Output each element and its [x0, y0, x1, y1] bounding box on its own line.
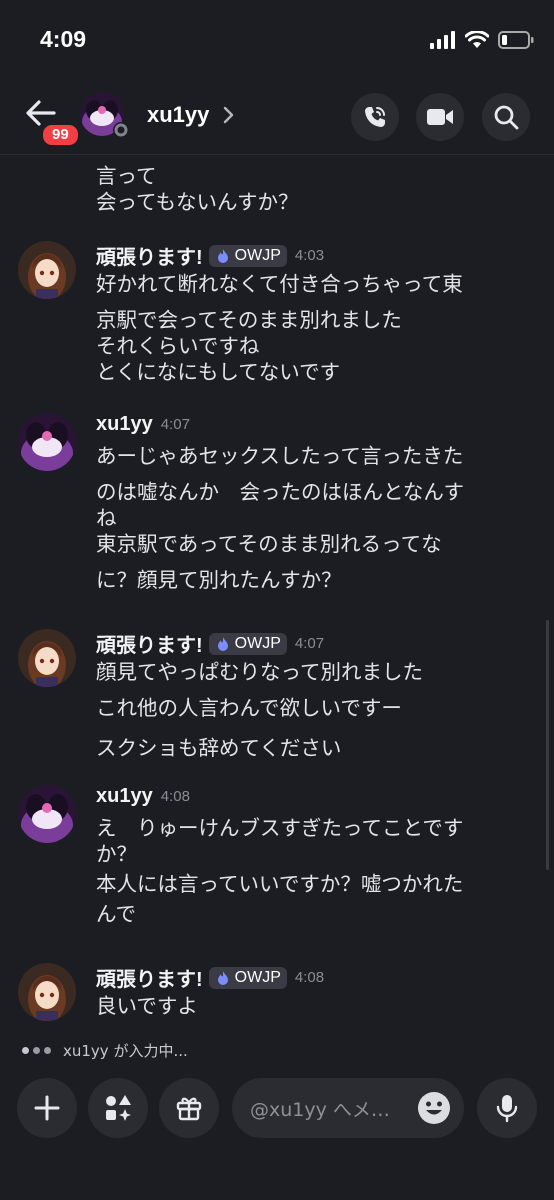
- status-icons: [430, 31, 534, 49]
- flame-icon: [217, 970, 228, 985]
- message-line: 良いですよ: [96, 994, 198, 1018]
- message-line: とくになにもしてないです: [96, 360, 341, 384]
- typing-dot: [33, 1047, 40, 1054]
- guild-tag-label: OWJP: [234, 968, 281, 986]
- guild-tag[interactable]: OWJP: [208, 244, 287, 267]
- message-line: んで: [96, 902, 136, 926]
- typing-indicator: xu1yy が入力中...: [22, 1040, 188, 1061]
- guild-tag[interactable]: OWJP: [208, 632, 287, 655]
- video-camera-icon: [427, 109, 453, 125]
- message-header: 頑張ります! OWJP 4:08: [96, 963, 324, 992]
- message-line: 本人には言っていいですか？嘘つかれた: [96, 872, 464, 896]
- message-line: 東京駅であってそのまま別れるってな: [96, 532, 442, 556]
- message-line: それくらいですね: [96, 334, 260, 358]
- flame-icon: [217, 248, 228, 263]
- timestamp: 4:07: [294, 635, 325, 652]
- author-name[interactable]: 頑張ります!: [96, 241, 203, 270]
- typing-dot: [22, 1047, 29, 1054]
- search-button[interactable]: [482, 93, 530, 141]
- message-input-placeholder: @xu1yy へメ…: [250, 1099, 390, 1121]
- guild-tag-label: OWJP: [234, 246, 281, 264]
- message-body: 言って 会ってもないんすか？: [96, 163, 299, 215]
- typing-text: xu1yy が入力中...: [63, 1042, 188, 1060]
- avatar[interactable]: [18, 963, 76, 1021]
- message-line: 好かれて断れなくて付き合っちゃって東: [96, 272, 463, 296]
- message-list[interactable]: 言って 会ってもないんすか？ 頑張ります! OWJP 4:03 好かれて断れなく…: [0, 155, 554, 1040]
- avatar[interactable]: [18, 629, 76, 687]
- message-header: xu1yy 4:08: [96, 785, 190, 808]
- message-line: あーじゃあセックスしたって言ったきた: [96, 444, 464, 468]
- message-body: え りゅーけんブスすぎたってことです か？ 本人には言っていいですか？嘘つかれた…: [96, 815, 463, 927]
- message-line: 京駅で会ってそのまま別れました: [96, 308, 402, 332]
- avatar[interactable]: [18, 413, 76, 471]
- header-avatar[interactable]: [80, 92, 130, 142]
- message-body: あーじゃあセックスしたって言ったきた のは嘘なんか 会ったのはほんとなんす ね …: [96, 443, 464, 593]
- scrollbar[interactable]: [546, 620, 549, 870]
- apps-icon: [106, 1095, 131, 1121]
- guild-tag[interactable]: OWJP: [208, 966, 287, 989]
- chat-header: 99 xu1yy: [0, 82, 554, 155]
- message-body: 顔見てやっぱむりなって別れました これ他の人言わんで欲しいですー スクショも辞め…: [96, 659, 423, 761]
- gift-icon: [176, 1097, 202, 1121]
- composer-bar: @xu1yy へメ…: [0, 1066, 554, 1200]
- unread-badge: 99: [40, 122, 81, 148]
- message-header: xu1yy 4:07: [96, 413, 190, 436]
- timestamp: 4:08: [294, 969, 325, 986]
- emoji-icon: [418, 1092, 450, 1124]
- typing-dot: [44, 1047, 51, 1054]
- battery-icon: [498, 31, 534, 49]
- status-time: 4:09: [40, 26, 87, 52]
- message-line: 会ってもないんすか？: [96, 190, 299, 214]
- phone-icon: [365, 107, 385, 127]
- message-input[interactable]: @xu1yy へメ…: [232, 1078, 464, 1138]
- emoji-button[interactable]: [416, 1090, 452, 1126]
- chevron-right-icon[interactable]: [222, 106, 234, 128]
- gift-button[interactable]: [159, 1078, 219, 1138]
- header-username[interactable]: xu1yy: [147, 102, 209, 128]
- apps-button[interactable]: [88, 1078, 148, 1138]
- message-line: ね: [96, 506, 117, 530]
- video-call-button[interactable]: [416, 93, 464, 141]
- message-line: か？: [96, 842, 137, 866]
- author-name[interactable]: 頑張ります!: [96, 963, 203, 992]
- message-line: これ他の人言わんで欲しいですー: [96, 696, 402, 720]
- message-body: 好かれて断れなくて付き合っちゃって東 京駅で会ってそのまま別れました それくらい…: [96, 271, 463, 385]
- message-line: え りゅーけんブスすぎたってことです: [96, 816, 464, 840]
- message-line: のは嘘なんか 会ったのはほんとなんす: [96, 480, 464, 504]
- status-bar: 4:09: [0, 0, 554, 80]
- wifi-icon: [465, 31, 489, 48]
- author-name[interactable]: 頑張ります!: [96, 629, 203, 658]
- flame-icon: [217, 636, 228, 651]
- timestamp: 4:03: [294, 247, 325, 264]
- avatar[interactable]: [18, 785, 76, 843]
- message-line: スクショも辞めてください: [96, 736, 342, 760]
- author-name[interactable]: xu1yy: [96, 413, 153, 436]
- voice-message-button[interactable]: [477, 1078, 537, 1138]
- signal-icon: [430, 31, 455, 49]
- message-line: 顔見てやっぱむりなって別れました: [96, 660, 423, 684]
- search-icon: [494, 105, 519, 130]
- message-header: 頑張ります! OWJP 4:07: [96, 629, 324, 658]
- timestamp: 4:08: [160, 788, 190, 805]
- plus-icon: [34, 1095, 60, 1121]
- message-header: 頑張ります! OWJP 4:03: [96, 241, 324, 270]
- voice-call-button[interactable]: [351, 93, 399, 141]
- message-body: 良いですよ: [96, 993, 198, 1019]
- add-attachment-button[interactable]: [17, 1078, 77, 1138]
- timestamp: 4:07: [160, 416, 190, 433]
- microphone-icon: [496, 1095, 518, 1123]
- avatar[interactable]: [18, 241, 76, 299]
- message-line: に？顔見て別れたんすか？: [96, 568, 342, 592]
- message-line: 言って: [96, 164, 157, 188]
- author-name[interactable]: xu1yy: [96, 785, 153, 808]
- guild-tag-label: OWJP: [234, 634, 281, 652]
